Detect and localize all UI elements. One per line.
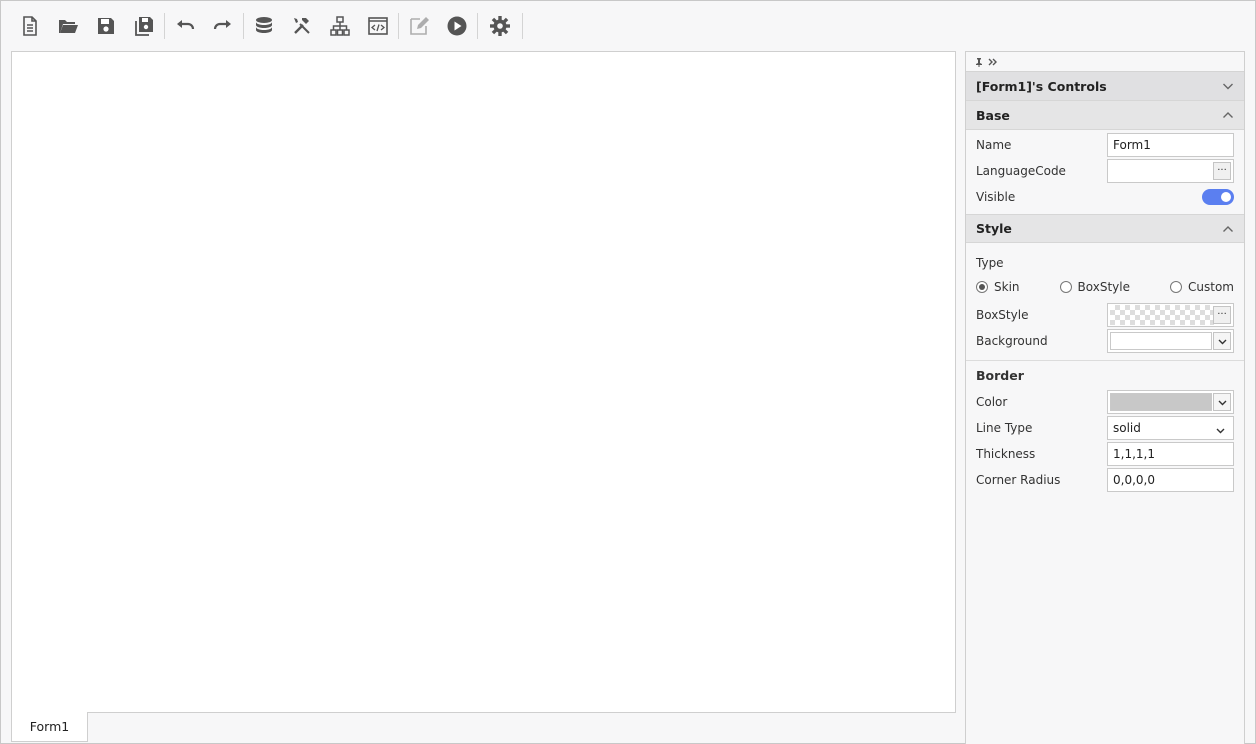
database-button[interactable]: [245, 9, 283, 43]
code-view-button[interactable]: [359, 9, 397, 43]
border-color-label: Color: [976, 395, 1008, 409]
open-folder-icon: [59, 20, 78, 33]
line-type-select[interactable]: solid: [1107, 416, 1234, 440]
redo-button[interactable]: [204, 9, 242, 43]
chevron-up-icon: [1223, 225, 1233, 232]
tools-button[interactable]: [283, 9, 321, 43]
line-type-label: Line Type: [976, 421, 1033, 435]
new-file-icon: [23, 16, 37, 36]
redo-icon: [213, 20, 231, 30]
base-title: Base: [976, 107, 1010, 123]
open-button[interactable]: [49, 9, 87, 43]
visible-toggle[interactable]: [1202, 189, 1234, 205]
edit-button[interactable]: [400, 9, 438, 43]
new-file-button[interactable]: [11, 9, 49, 43]
background-dropdown-button[interactable]: [1213, 332, 1231, 350]
controls-title: [Form1]'s Controls: [976, 78, 1107, 94]
background-label: Background: [976, 334, 1048, 348]
line-type-value: solid: [1113, 421, 1141, 435]
toolbar: [11, 9, 524, 43]
radio-custom[interactable]: Custom: [1170, 280, 1234, 294]
border-color-swatch: [1110, 393, 1212, 411]
border-title: Border: [976, 367, 1024, 383]
border-color-dropdown-button[interactable]: [1213, 393, 1231, 411]
toolbar-separator: [164, 13, 165, 39]
radio-skin[interactable]: Skin: [976, 280, 1020, 294]
boxstyle-browse-button[interactable]: ···: [1213, 306, 1231, 324]
radio-custom-dot: [1170, 281, 1182, 293]
toolbar-separator: [243, 13, 244, 39]
tab-form1[interactable]: Form1: [11, 712, 88, 742]
corner-radius-label: Corner Radius: [976, 473, 1061, 487]
code-view-icon: [368, 17, 388, 35]
background-picker[interactable]: [1107, 329, 1234, 353]
type-radio-group: Skin BoxStyle Custom: [966, 275, 1244, 299]
type-row: Type: [966, 251, 1244, 275]
design-canvas[interactable]: [11, 51, 956, 713]
undo-icon: [177, 20, 195, 30]
collapse-double-chevron-icon[interactable]: [988, 57, 998, 67]
radio-skin-dot: [976, 281, 988, 293]
background-swatch: [1110, 332, 1212, 350]
radio-boxstyle-dot: [1059, 281, 1072, 293]
chevron-down-icon: [1216, 424, 1225, 438]
chevron-down-icon: [1223, 83, 1233, 90]
toolbar-separator: [398, 13, 399, 39]
thickness-input[interactable]: 1,1,1,1: [1107, 442, 1234, 466]
run-icon: [447, 16, 467, 36]
border-color-picker[interactable]: [1107, 390, 1234, 414]
settings-button[interactable]: [479, 9, 521, 43]
save-button[interactable]: [87, 9, 125, 43]
radio-boxstyle[interactable]: BoxStyle: [1059, 280, 1130, 294]
border-color-row: Color: [966, 389, 1244, 415]
base-section-header[interactable]: Base: [966, 101, 1244, 130]
properties-panel: [Form1]'s Controls Base Name Form1 Langu…: [965, 51, 1245, 744]
chevron-down-icon: [1218, 400, 1226, 405]
corner-radius-input[interactable]: 0,0,0,0: [1107, 468, 1234, 492]
database-icon: [256, 17, 272, 33]
visible-row: Visible: [966, 184, 1244, 210]
save-icon: [98, 18, 114, 34]
thickness-label: Thickness: [976, 447, 1036, 461]
boxstyle-preview: [1110, 305, 1214, 325]
hierarchy-button[interactable]: [321, 9, 359, 43]
radio-boxstyle-label: BoxStyle: [1077, 280, 1130, 294]
pin-icon[interactable]: [974, 57, 984, 67]
name-row: Name Form1: [966, 132, 1244, 158]
radio-custom-label: Custom: [1188, 280, 1234, 294]
hierarchy-icon: [330, 16, 350, 36]
language-label: LanguageCode: [976, 164, 1066, 178]
boxstyle-label: BoxStyle: [976, 308, 1029, 322]
settings-icon: [490, 16, 510, 36]
panel-pin-bar: [966, 52, 1244, 72]
radio-skin-label: Skin: [994, 280, 1020, 294]
tools-icon: [294, 18, 310, 34]
form-tabs: Form1: [11, 712, 88, 742]
save-all-button[interactable]: [125, 9, 163, 43]
controls-header[interactable]: [Form1]'s Controls: [966, 72, 1244, 101]
undo-button[interactable]: [166, 9, 204, 43]
save-all-icon: [135, 17, 153, 36]
boxstyle-row: BoxStyle ···: [966, 302, 1244, 328]
corner-radius-row: Corner Radius 0,0,0,0: [966, 467, 1244, 493]
language-input[interactable]: ···: [1107, 159, 1234, 183]
run-button[interactable]: [438, 9, 476, 43]
line-type-row: Line Type solid: [966, 415, 1244, 441]
name-label: Name: [976, 138, 1012, 152]
toolbar-separator: [477, 13, 478, 39]
boxstyle-input[interactable]: ···: [1107, 303, 1234, 327]
edit-icon: [410, 17, 429, 35]
language-row: LanguageCode ···: [966, 158, 1244, 184]
thickness-row: Thickness 1,1,1,1: [966, 441, 1244, 467]
background-row: Background: [966, 328, 1244, 354]
chevron-down-icon: [1218, 339, 1226, 344]
language-browse-button[interactable]: ···: [1213, 162, 1231, 180]
toolbar-separator: [522, 13, 523, 39]
style-section-header[interactable]: Style: [966, 214, 1244, 243]
name-input[interactable]: Form1: [1107, 133, 1234, 157]
chevron-up-icon: [1223, 112, 1233, 118]
visible-label: Visible: [976, 190, 1016, 204]
style-title: Style: [976, 221, 1012, 236]
type-label: Type: [976, 256, 1004, 270]
